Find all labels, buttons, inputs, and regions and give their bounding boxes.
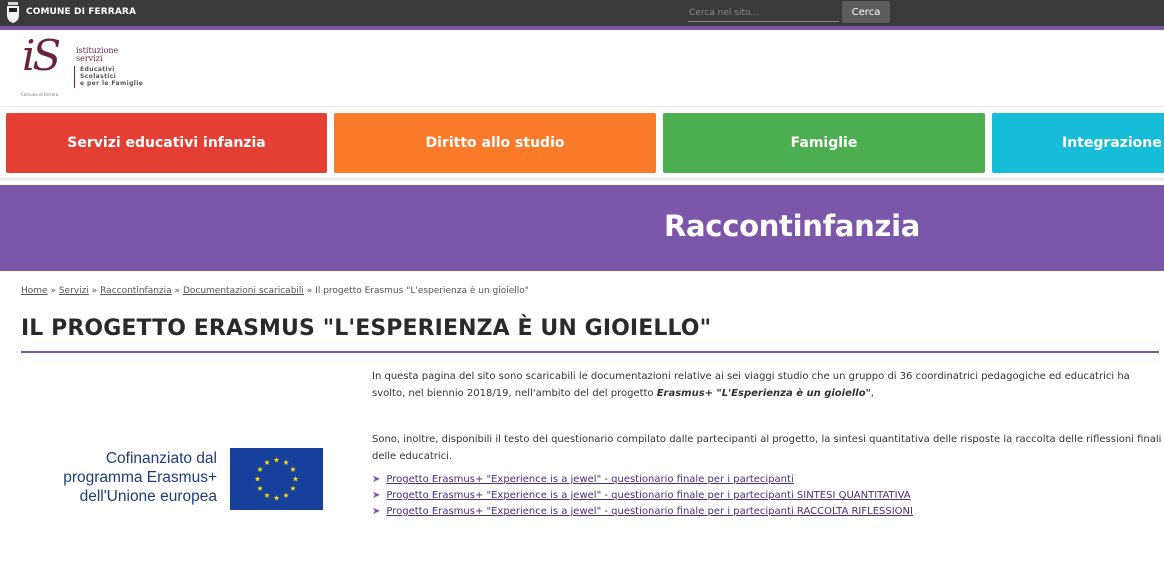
nav-tile-integrazione[interactable]: Integrazione xyxy=(992,113,1164,173)
intro-text-end: , xyxy=(870,388,874,399)
intro-paragraph: In questa pagina del sito sono scaricabi… xyxy=(372,368,1162,402)
nav-tile-servizi-educativi[interactable]: Servizi educativi infanzia xyxy=(6,113,327,173)
eu-flag-icon xyxy=(230,448,323,510)
nav-tile-diritto-allo-studio[interactable]: Diritto allo studio xyxy=(334,113,656,173)
breadcrumb-separator: » xyxy=(50,286,56,296)
logo-subtitle: Educativi Scolastici e per le Famiglie xyxy=(80,66,143,87)
top-stripe xyxy=(0,26,1164,30)
logo-line2: servizi xyxy=(76,54,103,63)
breadcrumb: Home » Servizi » Raccontinfanzia » Docum… xyxy=(21,286,529,296)
title-divider xyxy=(21,351,1159,353)
logo-sub-line1: Educativi xyxy=(80,66,115,73)
doc-link-sintesi[interactable]: Progetto Erasmus+ "Experience is a jewel… xyxy=(386,490,910,501)
arrow-right-icon: ➤ xyxy=(372,490,381,501)
search-button[interactable]: Cerca xyxy=(842,1,890,23)
search-input[interactable] xyxy=(688,2,839,22)
arrow-right-icon: ➤ xyxy=(372,474,381,485)
nav-tile-famiglie[interactable]: Famiglie xyxy=(663,113,985,173)
erasmus-text: Cofinanziato dal programma Erasmus+ dell… xyxy=(63,449,217,506)
doc-link-questionario[interactable]: Progetto Erasmus+ "Experience is a jewel… xyxy=(386,474,793,485)
document-list: ➤ Progetto Erasmus+ "Experience is a jewe… xyxy=(372,472,913,520)
top-bar: COMUNE DI FERRARA Cerca xyxy=(0,0,1164,26)
list-item: ➤ Progetto Erasmus+ "Experience is a jewe… xyxy=(372,488,913,504)
logo-sub-line2: Scolastici xyxy=(80,73,117,80)
page-title: IL PROGETTO ERASMUS "L'ESPERIENZA È UN G… xyxy=(21,316,712,341)
list-item: ➤ Progetto Erasmus+ "Experience is a jewe… xyxy=(372,472,913,488)
breadcrumb-servizi[interactable]: Servizi xyxy=(59,286,89,296)
doc-link-riflessioni[interactable]: Progetto Erasmus+ "Experience is a jewel… xyxy=(386,506,913,517)
nav-tile-label: Famiglie xyxy=(790,135,858,151)
availability-paragraph: Sono, inoltre, disponibili il testo del … xyxy=(372,434,1162,462)
banner-title: Raccontinfanzia xyxy=(664,209,921,243)
breadcrumb-current: Il progetto Erasmus "L'esperienza è un g… xyxy=(315,286,529,296)
erasmus-line2: programma Erasmus+ xyxy=(63,469,217,486)
breadcrumb-separator: » xyxy=(174,286,181,296)
coat-of-arms-icon xyxy=(7,2,19,23)
comune-name[interactable]: COMUNE DI FERRARA xyxy=(26,7,136,17)
arrow-right-icon: ➤ xyxy=(372,506,381,517)
nav-tile-label: Diritto allo studio xyxy=(425,135,565,151)
breadcrumb-separator: » xyxy=(306,286,313,296)
breadcrumb-home[interactable]: Home xyxy=(21,286,48,296)
breadcrumb-raccontinfanzia[interactable]: Raccontinfanzia xyxy=(100,286,172,296)
logo-mark: iS xyxy=(22,31,61,80)
nav-tile-label: Servizi educativi infanzia xyxy=(67,135,266,151)
nav-tile-label: Integrazione xyxy=(1062,135,1162,151)
section-banner: Raccontinfanzia xyxy=(0,185,1164,271)
erasmus-logo: Cofinanziato dal programma Erasmus+ dell… xyxy=(33,447,323,511)
erasmus-line3: dell'Unione europea xyxy=(79,488,217,505)
header-separator xyxy=(0,106,1164,107)
site-logo[interactable]: iS istituzione servizi Educativi Scolast… xyxy=(18,31,148,99)
erasmus-line1: Cofinanziato dal xyxy=(105,450,217,467)
nav-shadow xyxy=(0,178,1164,182)
logo-divider xyxy=(74,66,75,88)
intro-project-name: Erasmus+ "L'Esperienza è un gioiello" xyxy=(656,388,871,399)
breadcrumb-documentazioni[interactable]: Documentazioni scaricabili xyxy=(183,286,304,296)
list-item: ➤ Progetto Erasmus+ "Experience is a jewe… xyxy=(372,504,913,520)
breadcrumb-separator: » xyxy=(91,286,98,296)
logo-sub-line3: e per le Famiglie xyxy=(80,80,144,87)
logo-footer: Comune di Ferrara xyxy=(21,92,59,97)
